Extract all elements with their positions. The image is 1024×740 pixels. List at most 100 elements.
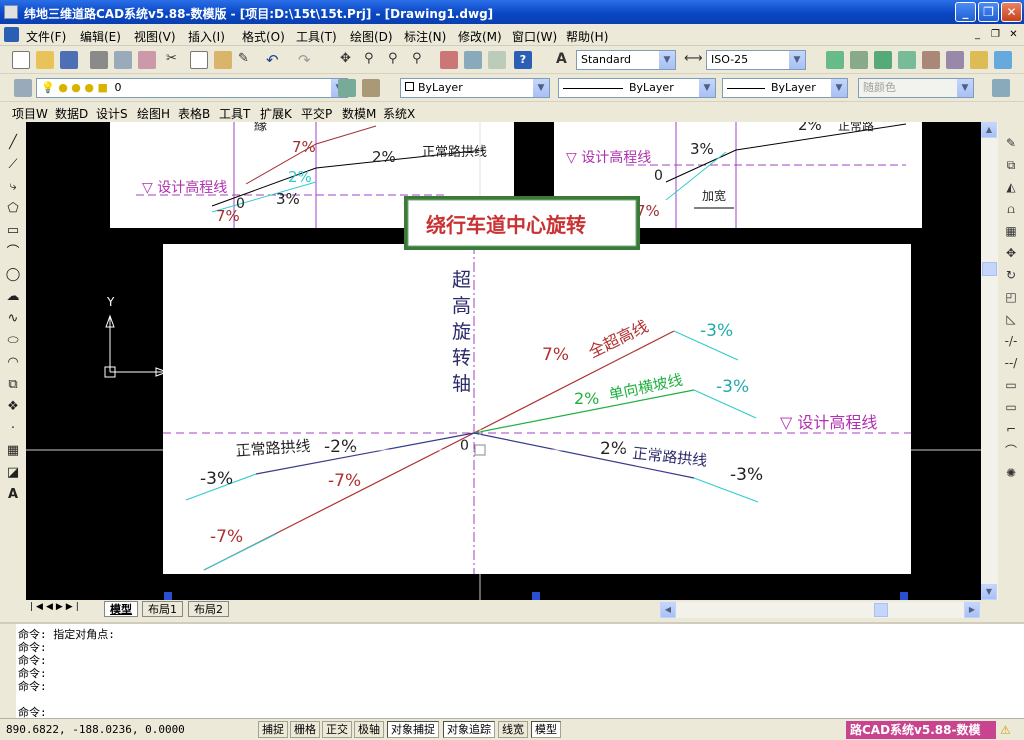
text-style-select[interactable]: Standard ▼ [576, 50, 676, 70]
match-properties-icon[interactable]: ✎ [238, 51, 256, 69]
menu-modify[interactable]: 修改(M) [458, 28, 502, 45]
linetype-select[interactable]: ByLayer ▼ [558, 78, 716, 98]
scroll-down-icon[interactable]: ▼ [981, 584, 997, 600]
scroll-right-icon[interactable]: ▶ [964, 602, 980, 618]
point-icon[interactable]: · [4, 420, 22, 438]
zoom-previous-icon[interactable]: ⚲ [412, 51, 430, 69]
grip-left[interactable] [164, 592, 172, 600]
vertical-scroll-thumb[interactable] [982, 262, 997, 276]
wd-tool-2-icon[interactable] [850, 51, 868, 69]
minimize-button[interactable]: _ [955, 2, 976, 22]
menu-file[interactable]: 文件(F) [26, 28, 66, 45]
array-icon[interactable]: ▦ [1002, 222, 1020, 240]
cut-icon[interactable]: ✂ [166, 51, 184, 69]
tab-nav-arrows-icon[interactable]: |◀◀▶▶| [30, 602, 82, 612]
menu-insert[interactable]: 插入(I) [188, 28, 225, 45]
layer-select[interactable]: 💡 ● ● ● ■ 0 ▼ [36, 78, 348, 98]
menu-draw[interactable]: 绘图(D) [350, 28, 393, 45]
maximize-button[interactable]: ❐ [978, 2, 999, 22]
wd-menu-project[interactable]: 项目W [12, 105, 48, 122]
mdi-minimize-button[interactable]: _ [970, 28, 985, 42]
lineweight-select[interactable]: ByLayer ▼ [722, 78, 848, 98]
help-icon[interactable]: ? [514, 51, 532, 69]
wd-tool-6-icon[interactable] [946, 51, 964, 69]
publish-icon[interactable] [138, 51, 156, 69]
mirror-icon[interactable]: ◭ [1002, 178, 1020, 196]
tab-layout1[interactable]: 布局1 [142, 601, 183, 617]
explode-icon[interactable]: ✺ [1002, 464, 1020, 482]
trim-icon[interactable]: -/- [1002, 332, 1020, 350]
wd-tool-5-icon[interactable] [922, 51, 940, 69]
scroll-left-icon[interactable]: ◀ [660, 602, 676, 618]
offset-icon[interactable]: ⩍ [1002, 200, 1020, 218]
break-icon[interactable]: ▭ [1002, 398, 1020, 416]
tab-layout2[interactable]: 布局2 [188, 601, 229, 617]
polar-toggle[interactable]: 极轴 [354, 721, 384, 738]
preview-icon[interactable] [114, 51, 132, 69]
dim-style-select[interactable]: ISO-25 ▼ [706, 50, 806, 70]
chamfer-icon[interactable]: ⌐ [1002, 420, 1020, 438]
wd-tool-7-icon[interactable] [970, 51, 988, 69]
menu-edit[interactable]: 编辑(E) [80, 28, 121, 45]
new-icon[interactable] [12, 51, 30, 69]
layer-current-icon[interactable] [338, 79, 356, 97]
arc-icon[interactable]: ⌒ [4, 244, 22, 262]
zoom-window-icon[interactable]: ⚲ [388, 51, 406, 69]
undo-icon[interactable]: ↶ [266, 51, 284, 69]
hatch-icon[interactable]: ▦ [4, 442, 22, 460]
mtext-icon[interactable]: A [4, 486, 22, 504]
insert-block-icon[interactable]: ⧉ [4, 376, 22, 394]
horizontal-scroll-thumb[interactable] [874, 603, 888, 617]
mdi-restore-button[interactable]: ❐ [988, 28, 1003, 42]
wd-tool-8-icon[interactable] [994, 51, 1012, 69]
copy-icon[interactable] [190, 51, 208, 69]
wd-menu-intersection[interactable]: 平交P [301, 105, 332, 122]
menu-view[interactable]: 视图(V) [134, 28, 176, 45]
polygon-icon[interactable]: ⬠ [4, 200, 22, 218]
erase-icon[interactable]: ✎ [1002, 134, 1020, 152]
snap-toggle[interactable]: 捕捉 [258, 721, 288, 738]
make-block-icon[interactable]: ❖ [4, 398, 22, 416]
model-toggle[interactable]: 模型 [531, 721, 561, 738]
rectangle-icon[interactable]: ▭ [4, 222, 22, 240]
ellipse-arc-icon[interactable]: ◠ [4, 354, 22, 372]
revision-cloud-icon[interactable]: ☁ [4, 288, 22, 306]
redo-icon[interactable]: ↷ [298, 51, 316, 69]
spline-icon[interactable]: ∿ [4, 310, 22, 328]
grip-middle[interactable] [532, 592, 540, 600]
rotate-icon[interactable]: ↻ [1002, 266, 1020, 284]
wd-tool-1-icon[interactable] [826, 51, 844, 69]
layout-icon[interactable] [992, 79, 1010, 97]
ortho-toggle[interactable]: 正交 [322, 721, 352, 738]
stretch-icon[interactable]: ◺ [1002, 310, 1020, 328]
wd-menu-draw[interactable]: 绘图H [137, 105, 170, 122]
document-icon[interactable] [4, 27, 19, 42]
menu-dimension[interactable]: 标注(N) [404, 28, 446, 45]
print-icon[interactable] [90, 51, 108, 69]
osnap-toggle[interactable]: 对象捕捉 [387, 721, 439, 738]
polyline-icon[interactable]: ⤷ [4, 178, 22, 196]
wd-menu-system[interactable]: 系统X [383, 105, 415, 122]
design-center-icon[interactable] [464, 51, 482, 69]
layer-manager-icon[interactable] [14, 79, 32, 97]
wd-menu-dtm[interactable]: 数模M [342, 105, 376, 122]
break-at-point-icon[interactable]: ▭ [1002, 376, 1020, 394]
ellipse-icon[interactable]: ⬭ [4, 332, 22, 350]
circle-icon[interactable]: ◯ [4, 266, 22, 284]
tab-model[interactable]: 模型 [104, 601, 138, 617]
tool-palettes-icon[interactable] [488, 51, 506, 69]
grid-toggle[interactable]: 栅格 [290, 721, 320, 738]
copy-object-icon[interactable]: ⧉ [1002, 156, 1020, 174]
menu-window[interactable]: 窗口(W) [512, 28, 557, 45]
paste-icon[interactable] [214, 51, 232, 69]
command-window-grip[interactable] [0, 624, 16, 720]
vertical-scrollbar[interactable]: ▲ ▼ [981, 122, 998, 600]
warning-icon[interactable]: ⚠ [1000, 723, 1011, 737]
fillet-icon[interactable]: ⌒ [1002, 442, 1020, 460]
save-icon[interactable] [60, 51, 78, 69]
drawing-canvas[interactable]: 緣 7% 2% 2% 3% 7% 0 正常路拱线 ▽ 设计高程线 2% 3% 7… [26, 122, 981, 600]
wd-menu-design[interactable]: 设计S [96, 105, 128, 122]
menu-tools[interactable]: 工具(T) [296, 28, 337, 45]
extend-icon[interactable]: --/ [1002, 354, 1020, 372]
mdi-close-button[interactable]: ✕ [1006, 28, 1021, 42]
